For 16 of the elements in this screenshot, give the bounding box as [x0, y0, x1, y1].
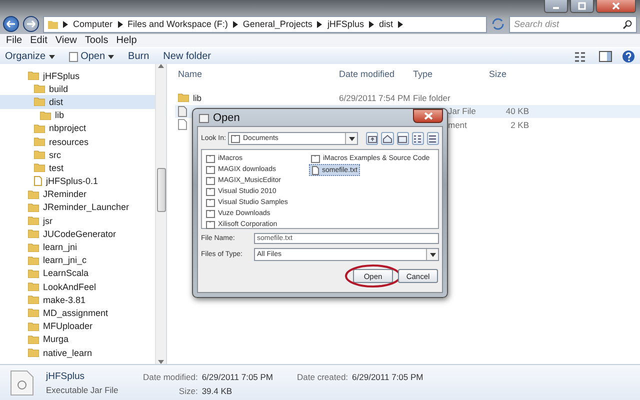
file-name: lib — [193, 92, 202, 103]
detail-value: 39.4 KB — [202, 386, 234, 396]
file-size: 2 KB — [510, 120, 529, 130]
detail-label: Size: — [178, 386, 198, 396]
file-name: jHFSplus — [46, 370, 86, 382]
file-type: Jar File — [448, 106, 476, 116]
file-type: File folder — [413, 92, 450, 103]
detail-label: Date created: — [297, 372, 348, 382]
file-type: Executable Jar File — [46, 384, 120, 394]
file-type: ment — [448, 120, 467, 130]
date-modified: 6/29/2011 7:54 PM — [339, 92, 410, 103]
file-size: 40 KB — [506, 106, 529, 116]
dialog-title: Open — [213, 112, 240, 124]
detail-value: 6/29/2011 7:05 PM — [352, 372, 424, 382]
detail-value: 6/29/2011 7:05 PM — [202, 372, 274, 382]
detail-label: Date modified: — [143, 372, 198, 382]
